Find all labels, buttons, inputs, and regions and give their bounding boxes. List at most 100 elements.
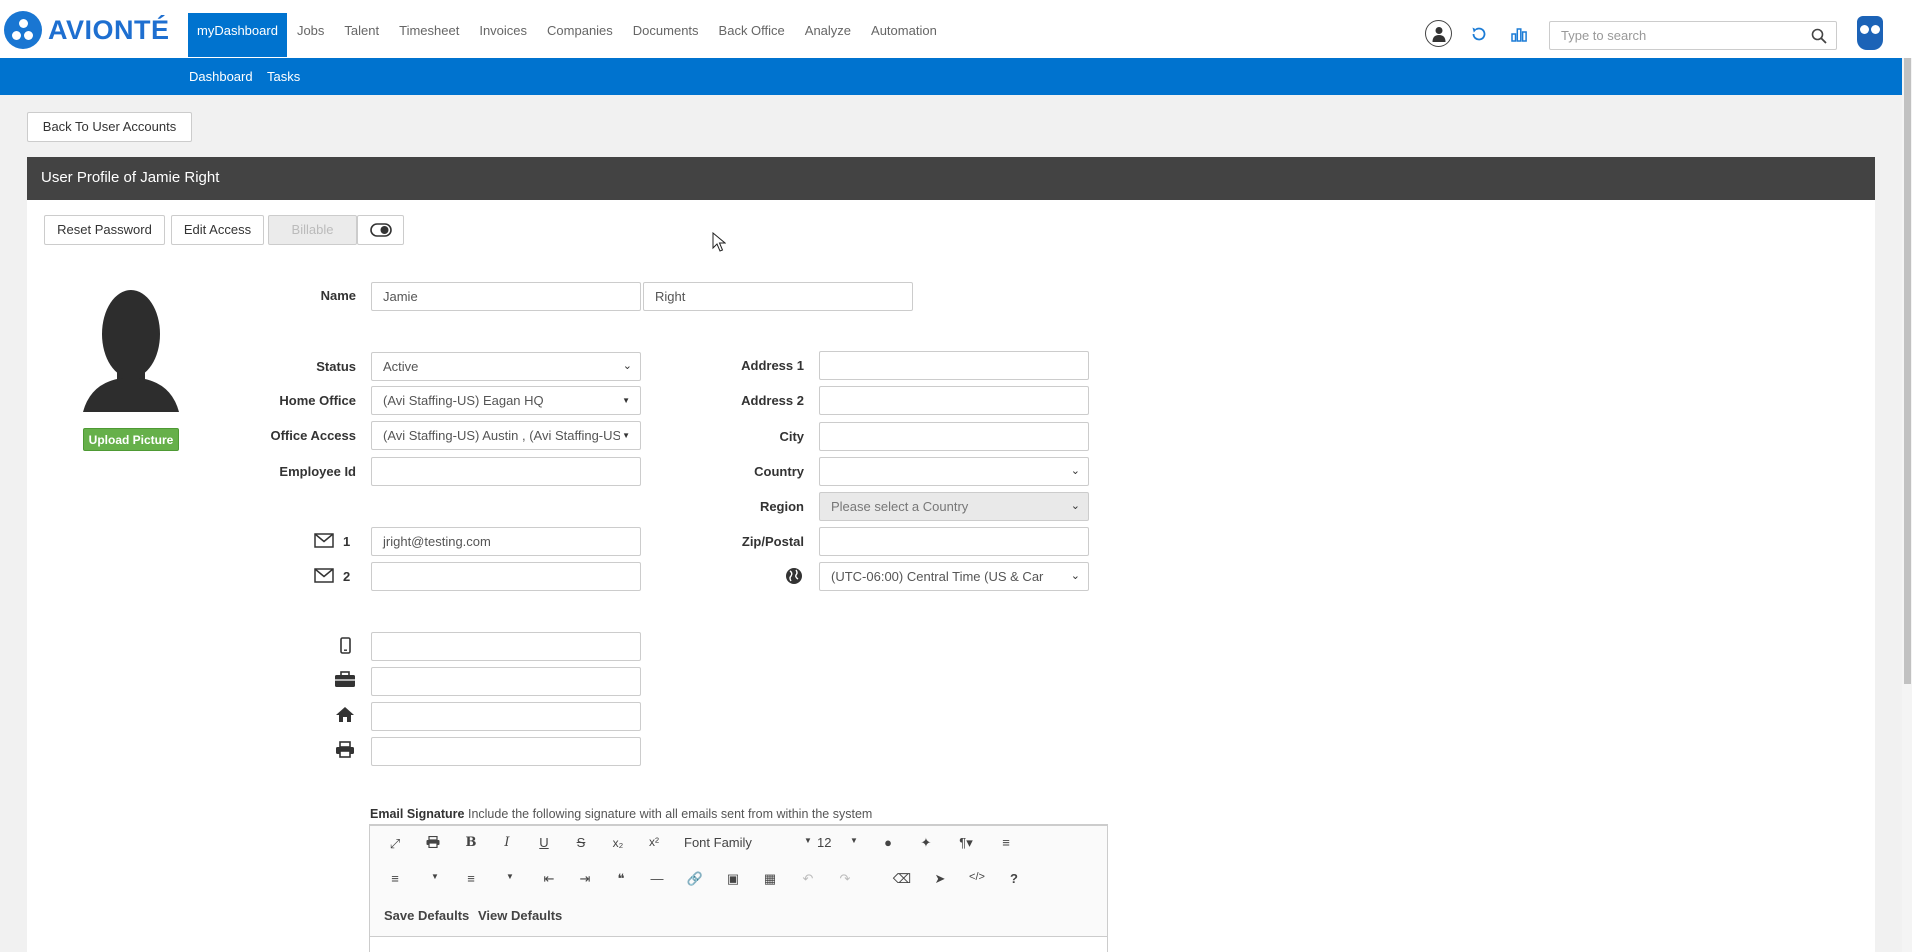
- avatar-placeholder-icon: [83, 290, 179, 412]
- billable-toggle[interactable]: [357, 215, 404, 245]
- nav-jobs[interactable]: Jobs: [287, 13, 334, 57]
- magic-wand-icon[interactable]: ✦: [914, 835, 938, 851]
- text-color-icon[interactable]: ●: [876, 835, 900, 850]
- nav-back-office[interactable]: Back Office: [709, 13, 795, 57]
- undo-icon[interactable]: ↶: [796, 871, 820, 887]
- underline-icon[interactable]: U: [532, 835, 556, 850]
- save-defaults-link[interactable]: Save Defaults: [384, 908, 469, 923]
- home-office-select[interactable]: (Avi Staffing-US) Eagan HQ ▼: [371, 386, 641, 415]
- status-select[interactable]: Active ⌄: [371, 352, 641, 381]
- chevron-down-icon: ⌄: [1070, 563, 1080, 590]
- scrollbar-thumb[interactable]: [1904, 58, 1911, 684]
- nav-timesheet[interactable]: Timesheet: [389, 13, 469, 57]
- printer-icon: [335, 741, 355, 763]
- caret-down-icon: ▼: [622, 396, 630, 405]
- unordered-list-icon[interactable]: ≡: [459, 871, 483, 886]
- region-label: Region: [759, 499, 804, 514]
- brand-name: AVIONTÉ: [48, 14, 170, 45]
- zip-input[interactable]: [819, 527, 1089, 556]
- timezone-value: (UTC-06:00) Central Time (US & Car: [831, 569, 1044, 584]
- back-to-user-accounts-button[interactable]: Back To User Accounts: [27, 112, 192, 142]
- help-icon[interactable]: ?: [1002, 871, 1026, 886]
- print-icon[interactable]: [421, 835, 445, 851]
- address-2-input[interactable]: [819, 386, 1089, 415]
- caret-down-icon: ▼: [620, 422, 630, 449]
- country-label: Country: [754, 464, 804, 479]
- search-input[interactable]: [1550, 22, 1800, 49]
- bold-icon[interactable]: B: [459, 835, 483, 850]
- country-select[interactable]: ⌄: [819, 457, 1089, 486]
- caret-down-icon: ▼: [506, 872, 514, 881]
- chevron-down-icon: ⌄: [622, 360, 632, 372]
- font-size-select[interactable]: 12: [817, 835, 831, 850]
- edit-access-button[interactable]: Edit Access: [171, 215, 264, 245]
- align-left-icon[interactable]: ≡: [994, 835, 1018, 850]
- owl-help-icon[interactable]: [1857, 16, 1883, 50]
- last-name-input[interactable]: Right: [643, 282, 913, 311]
- home-phone-input[interactable]: [371, 702, 641, 731]
- font-family-select[interactable]: Font Family: [684, 835, 752, 850]
- code-view-icon[interactable]: </>: [965, 871, 989, 883]
- office-access-select[interactable]: (Avi Staffing-US) Austin , (Avi Staffing…: [371, 421, 641, 450]
- subnav-tasks[interactable]: Tasks: [267, 69, 300, 84]
- mobile-phone-icon: [340, 637, 351, 659]
- region-select[interactable]: Please select a Country ⌄: [819, 492, 1089, 521]
- first-name-input[interactable]: Jamie: [371, 282, 641, 311]
- outdent-icon[interactable]: ⇤: [537, 871, 561, 887]
- quote-icon[interactable]: ❝: [609, 871, 633, 887]
- address-2-label: Address 2: [741, 393, 804, 408]
- fax-input[interactable]: [371, 737, 641, 766]
- horizontal-rule-icon[interactable]: —: [645, 871, 669, 886]
- indent-icon[interactable]: ⇥: [573, 871, 597, 887]
- address-1-input[interactable]: [819, 351, 1089, 380]
- redo-icon[interactable]: ↷: [833, 871, 857, 887]
- subnav-dashboard[interactable]: Dashboard: [189, 69, 253, 84]
- brand-logo[interactable]: AVIONTÉ: [4, 11, 170, 49]
- zip-label: Zip/Postal: [741, 534, 804, 549]
- toggle-icon: [369, 223, 392, 237]
- strikethrough-icon[interactable]: S: [569, 835, 593, 850]
- employee-id-label: Employee Id: [279, 464, 356, 479]
- ordered-list-icon[interactable]: ≡: [383, 871, 407, 886]
- mobile-phone-input[interactable]: [371, 632, 641, 661]
- subscript-icon[interactable]: x₂: [606, 836, 630, 850]
- sub-nav: Dashboard Tasks: [0, 58, 1902, 95]
- nav-companies[interactable]: Companies: [537, 13, 623, 57]
- select-pointer-icon[interactable]: ➤: [928, 871, 952, 887]
- header-icons: [1425, 20, 1532, 47]
- nav-automation[interactable]: Automation: [861, 13, 947, 57]
- fullscreen-icon[interactable]: ⤢: [383, 836, 407, 852]
- nav-documents[interactable]: Documents: [623, 13, 709, 57]
- nav-invoices[interactable]: Invoices: [469, 13, 537, 57]
- italic-icon[interactable]: I: [495, 835, 519, 850]
- nav-analyze[interactable]: Analyze: [795, 13, 861, 57]
- paragraph-icon[interactable]: ¶▾: [954, 835, 978, 851]
- user-icon[interactable]: [1425, 20, 1452, 47]
- billable-button[interactable]: Billable: [268, 215, 357, 245]
- city-input[interactable]: [819, 422, 1089, 451]
- email-1-input[interactable]: jright@testing.com: [371, 527, 641, 556]
- eraser-icon[interactable]: ⌫: [890, 871, 914, 887]
- superscript-icon[interactable]: x²: [642, 835, 666, 849]
- email-2-input[interactable]: [371, 562, 641, 591]
- home-office-label: Home Office: [279, 393, 356, 408]
- timezone-select[interactable]: (UTC-06:00) Central Time (US & Car ⌄: [819, 562, 1089, 591]
- reset-password-button[interactable]: Reset Password: [44, 215, 165, 245]
- nav-talent[interactable]: Talent: [334, 13, 389, 57]
- upload-picture-button[interactable]: Upload Picture: [83, 428, 179, 451]
- refresh-icon[interactable]: [1466, 21, 1492, 47]
- nav-mydashboard[interactable]: myDashboard: [188, 13, 287, 57]
- table-icon[interactable]: ▦: [758, 871, 782, 887]
- link-icon[interactable]: 🔗: [683, 871, 707, 887]
- search-icon[interactable]: [1811, 28, 1827, 49]
- caret-down-icon: ▼: [431, 872, 439, 881]
- employee-id-input[interactable]: [371, 457, 641, 486]
- signature-editor-area[interactable]: [370, 936, 1107, 952]
- view-defaults-link[interactable]: View Defaults: [478, 908, 562, 923]
- analytics-icon[interactable]: [1506, 21, 1532, 47]
- name-label: Name: [320, 288, 356, 303]
- city-label: City: [779, 429, 804, 444]
- home-office-value: (Avi Staffing-US) Eagan HQ: [383, 393, 544, 408]
- work-phone-input[interactable]: [371, 667, 641, 696]
- image-icon[interactable]: ▣: [721, 871, 745, 887]
